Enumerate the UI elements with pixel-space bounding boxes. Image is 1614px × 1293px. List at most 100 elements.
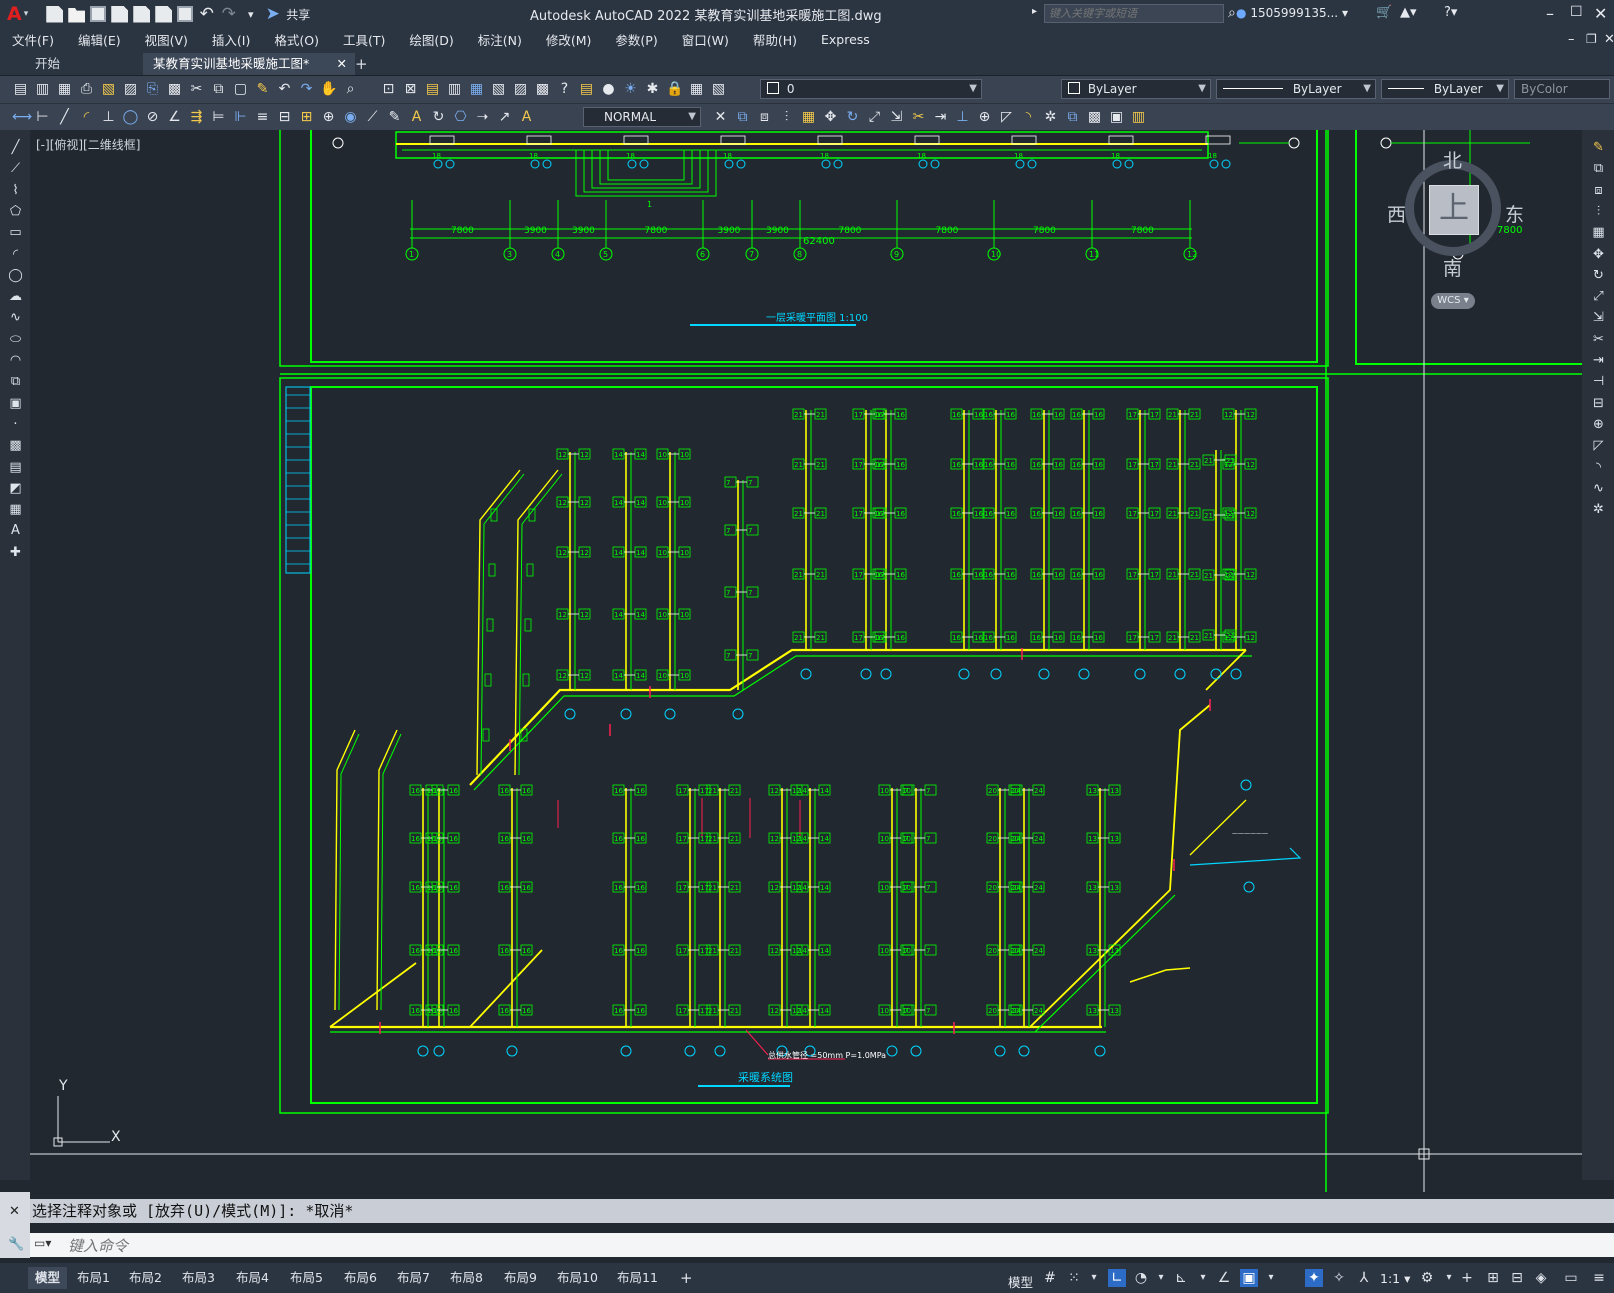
viewcube-south[interactable]: 南 (1443, 254, 1462, 281)
polar-icon[interactable]: ◔ (1132, 1269, 1150, 1287)
region-icon[interactable]: ◩ (8, 481, 23, 496)
color-dropdown[interactable]: ByLayer ▼ (1061, 79, 1211, 99)
block-icon[interactable]: ▣ (1108, 109, 1125, 126)
trim-icon[interactable]: ✂ (1591, 332, 1606, 347)
tab-start[interactable]: 开始 (25, 53, 70, 75)
draworder-icon[interactable]: ⧉ (1064, 109, 1081, 126)
continue-dim-icon[interactable]: ⊩ (232, 109, 249, 126)
fillet-icon[interactable]: ◝ (1591, 460, 1606, 475)
grid-icon[interactable]: # (1041, 1269, 1059, 1287)
quick-dim-icon[interactable]: ⇶ (188, 109, 205, 126)
qat-customize-icon[interactable]: ▾ (242, 6, 259, 23)
ellipse-icon[interactable]: ⬭ (8, 332, 23, 347)
light-bulb-icon[interactable]: ● (600, 81, 617, 98)
radius-dim-icon[interactable]: ◯ (122, 109, 139, 126)
break-dim-icon[interactable]: ⊟ (276, 109, 293, 126)
publish-icon[interactable]: ▨ (122, 81, 139, 98)
isolate-objects-icon[interactable]: ◈ (1532, 1269, 1550, 1287)
menu-dimension[interactable]: 标注(N) (466, 30, 534, 49)
copy-obj-icon[interactable]: ⧉ (734, 109, 751, 126)
join-icon[interactable]: ⊕ (976, 109, 993, 126)
break-icon[interactable]: ⊟ (1591, 396, 1606, 411)
layer-icon[interactable]: ▦ (688, 81, 705, 98)
copy-icon[interactable]: ⧉ (1591, 161, 1606, 176)
isodraft-dropdown-icon[interactable]: ▾ (1194, 1269, 1212, 1287)
extend-icon[interactable]: ⇥ (932, 109, 949, 126)
snap-dropdown-icon[interactable]: ▾ (1085, 1269, 1103, 1287)
offset-icon[interactable]: ⫶ (778, 109, 795, 126)
hatch-icon[interactable]: ▩ (1086, 109, 1103, 126)
rectangle-icon[interactable]: ▭ (8, 225, 23, 240)
arc-dim-icon[interactable]: ◜ (78, 109, 95, 126)
explode-icon[interactable]: ✲ (1591, 502, 1606, 517)
layer-states-icon[interactable]: ▧ (710, 81, 727, 98)
sheet-set-icon[interactable]: ▧ (490, 81, 507, 98)
add-selected-icon[interactable]: ✚ (8, 545, 23, 560)
layout-tab-8[interactable]: 布局8 (443, 1267, 490, 1289)
layout-tab-11[interactable]: 布局11 (610, 1267, 665, 1289)
jogged-icon[interactable]: ⟋ (364, 109, 381, 126)
autocad-logo-icon[interactable]: A (7, 3, 22, 25)
text-style-dropdown[interactable]: NORMAL ▼ (583, 107, 701, 127)
units-icon[interactable]: ⊞ (1484, 1269, 1502, 1287)
save-as-icon[interactable] (111, 5, 129, 23)
menu-parametric[interactable]: 参数(P) (603, 30, 669, 49)
menu-edit[interactable]: 编辑(E) (66, 30, 133, 49)
aligned-dim-icon[interactable]: ╱ (56, 109, 73, 126)
ellipse-arc-icon[interactable]: ◠ (8, 353, 23, 368)
menu-tools[interactable]: 工具(T) (331, 30, 397, 49)
tab-active-drawing[interactable]: 某教育实训基地采暖施工图* ✕ (143, 53, 355, 75)
erase-icon[interactable]: ✎ (1591, 140, 1606, 155)
cut-icon[interactable]: ✂ (188, 81, 205, 98)
markup-icon[interactable]: ▨ (512, 81, 529, 98)
edit-dim-icon[interactable]: ✎ (386, 109, 403, 126)
redo-icon[interactable]: ↷ (298, 81, 315, 98)
minimize-icon[interactable]: – (1546, 4, 1554, 23)
calculator-icon[interactable]: ▩ (534, 81, 551, 98)
sun-icon[interactable]: ☀ (622, 81, 639, 98)
stretch-icon[interactable]: ⇲ (888, 109, 905, 126)
ortho-icon[interactable]: ∟ (1108, 1269, 1126, 1287)
center-mark-icon[interactable]: ⊕ (320, 109, 337, 126)
close-icon[interactable]: ✕ (1594, 4, 1607, 23)
point-icon[interactable]: · (8, 417, 23, 432)
command-close-icon[interactable]: ✕ (9, 1204, 20, 1219)
workspace-dropdown-icon[interactable]: ▾ (1440, 1269, 1458, 1287)
help-icon[interactable]: ?▾ (1444, 5, 1457, 20)
layout-tab-3[interactable]: 布局3 (175, 1267, 222, 1289)
tolerance-icon[interactable]: ⊞ (298, 109, 315, 126)
revcloud-icon[interactable]: ☁ (8, 289, 23, 304)
construction-line-icon[interactable]: ⟋ (8, 161, 23, 176)
freeze-icon[interactable]: ✱ (644, 81, 661, 98)
app-menu-dropdown-icon[interactable]: ▾ (24, 9, 29, 19)
menu-express[interactable]: Express (809, 32, 882, 47)
multiline-text-icon[interactable]: A (8, 523, 23, 538)
layout-tab-9[interactable]: 布局9 (497, 1267, 544, 1289)
new-tab-icon[interactable]: + (345, 53, 378, 75)
undo-icon[interactable]: ↶ (276, 81, 293, 98)
rotate-icon[interactable]: ↻ (844, 109, 861, 126)
update-icon[interactable]: ↻ (430, 109, 447, 126)
chamfer-icon[interactable]: ◸ (1591, 438, 1606, 453)
mirror-icon[interactable]: ⧈ (756, 109, 773, 126)
preview-icon[interactable]: ▧ (100, 81, 117, 98)
layout-tab-10[interactable]: 布局10 (550, 1267, 605, 1289)
zoom-icon[interactable]: ⌕ (342, 81, 359, 98)
circle-icon[interactable]: ◯ (8, 268, 23, 283)
extend-icon[interactable]: ⇥ (1591, 353, 1606, 368)
spline-icon[interactable]: ∿ (8, 310, 23, 325)
add-layout-icon[interactable]: + (673, 1267, 700, 1289)
new-icon[interactable] (46, 5, 64, 23)
lock-icon[interactable]: 🔒 (666, 81, 683, 98)
arrow-icon[interactable]: ➝ (474, 109, 491, 126)
model-space-toggle[interactable]: 模型 (1008, 1272, 1033, 1291)
print-icon[interactable] (177, 6, 194, 22)
snap-icon[interactable]: ⁙ (1065, 1269, 1083, 1287)
gradient-icon[interactable]: ▤ (8, 460, 23, 475)
rotate-icon[interactable]: ↻ (1591, 268, 1606, 283)
object-snap-tracking-icon[interactable]: ∠ (1215, 1269, 1233, 1287)
inspect-icon[interactable]: ◉ (342, 109, 359, 126)
customize-icon[interactable]: ≡ (1590, 1269, 1608, 1287)
design-center-icon[interactable]: ▥ (446, 81, 463, 98)
publish-icon[interactable] (155, 5, 173, 23)
